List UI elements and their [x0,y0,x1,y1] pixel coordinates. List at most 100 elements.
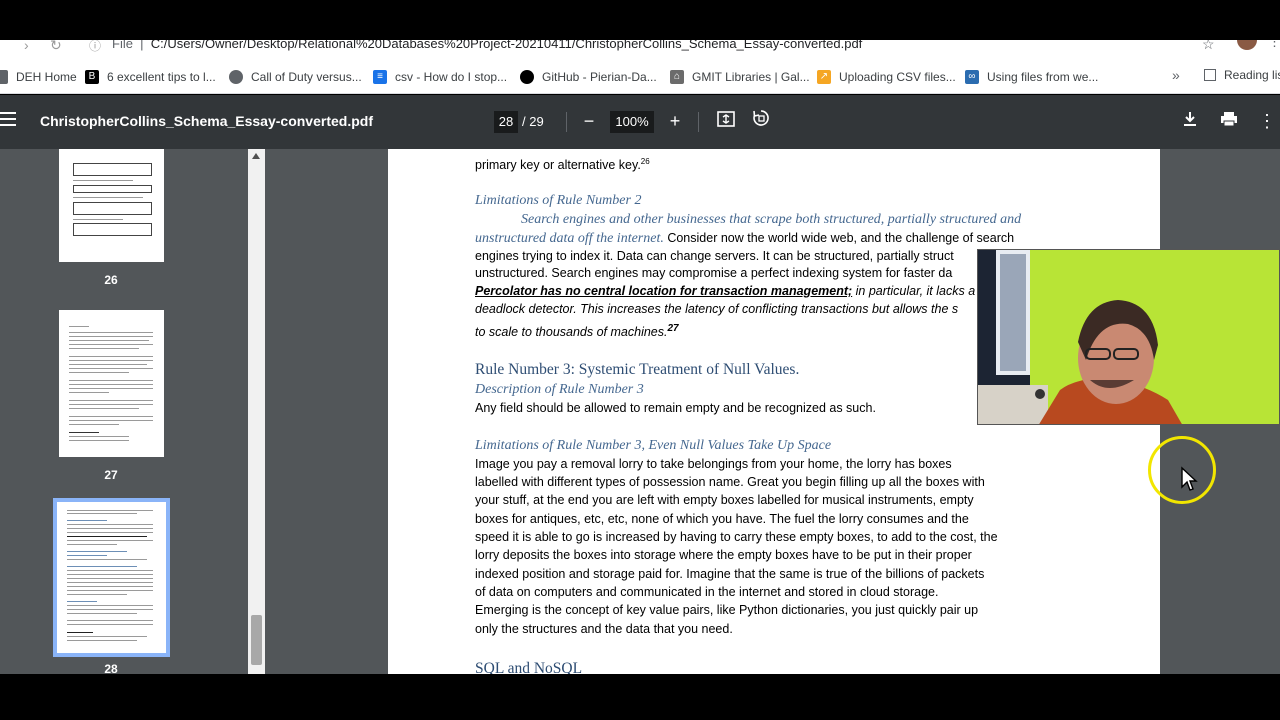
scrollbar-thumb[interactable] [251,615,262,665]
paragraph-line: to scale to thousands of machines.27 [475,320,679,341]
thumbnail-sidebar: 26 27 28 [0,149,248,674]
toolbar-divider [566,112,567,132]
profile-avatar[interactable] [1237,40,1257,50]
forward-icon[interactable]: › [24,40,29,53]
paragraph-line: boxes for antiques, etc, etc, none of wh… [475,512,969,526]
toolbar-divider [698,112,699,132]
paragraph-line: your stuff, at the end you are left with… [475,493,974,507]
paragraph-line: labelled with different types of possess… [475,475,985,489]
thumbnail-label: 27 [104,468,118,482]
screen: › ↻ ⓘ File | C:/Users/Owner/Desktop/Rela… [0,0,1280,720]
bookmark-label: Uploading CSV files... [839,70,956,84]
bookmark-item[interactable]: ∞ Using files from we... [965,68,1098,86]
more-bookmarks-button[interactable]: » [1172,67,1180,83]
bookmark-label: GMIT Libraries | Gal... [692,70,810,84]
sidebar-scrollbar[interactable] [248,149,265,674]
footnote-ref[interactable]: 27 [667,323,678,334]
menu-icon[interactable] [0,112,16,130]
stackoverflow-icon: ≡ [373,70,387,84]
bme-logo-icon: B [85,70,99,84]
zoom-input[interactable]: 100% [610,111,654,133]
bookmark-item[interactable]: ↗ Uploading CSV files... [817,68,956,86]
thumbnail-page-28-selected[interactable] [53,498,170,657]
paragraph-line: Emerging is the concept of key value pai… [475,603,979,617]
zoom-in-button[interactable]: + [662,107,688,135]
text-span: to scale to thousands of machines. [475,325,668,340]
text-span: primary key or alternative key. [475,158,641,173]
bookmark-label: Using files from we... [987,70,1099,84]
paragraph-line: Percolator has no central location for t… [475,282,975,300]
section-heading: Limitations of Rule Number 2 [475,193,642,208]
paragraph-line: engines trying to index it. Data can cha… [475,249,954,263]
paragraph-line: speed it is able to go is increased by h… [475,530,998,544]
pdf-toolbar: ChristopherCollins_Schema_Essay-converte… [0,95,1280,149]
total-pages: / 29 [522,114,544,129]
bookmark-label: Call of Duty versus... [251,70,362,84]
zoom-out-button[interactable]: − [576,107,602,135]
paragraph-line: lorry deposits the boxes into storage wh… [475,548,972,562]
italic-line: Search engines and other businesses that… [521,212,1022,227]
scroll-up-arrow-icon[interactable] [252,153,260,159]
bookmark-item[interactable]: ⌂ GMIT Libraries | Gal... [670,68,810,86]
bookmark-label: 6 excellent tips to l... [107,70,216,84]
italic-span: in particular, it lacks a [852,284,976,298]
letterbox-bottom [0,674,1280,720]
paragraph-line: of data on computers and communicated in… [475,585,939,599]
presenter-video-icon [978,250,1279,424]
paragraph-line: unstructured data off the internet. Cons… [475,229,1014,248]
mouse-pointer-icon [1181,466,1198,491]
webcam-overlay [977,249,1280,425]
print-icon[interactable] [1216,107,1242,135]
reading-list-icon [1204,69,1216,81]
thumbnail-label: 28 [104,662,118,674]
address-bar[interactable]: › ↻ ⓘ File | C:/Users/Owner/Desktop/Rela… [0,40,1280,60]
bookmark-item[interactable]: GitHub - Pierian-Da... [520,68,657,86]
url-text[interactable]: File | C:/Users/Owner/Desktop/Relational… [112,40,862,51]
colab-icon: ∞ [965,70,979,84]
paragraph-line: Image you pay a removal lorry to take be… [475,457,952,471]
github-icon [520,70,534,84]
reading-list-label: Reading list [1224,68,1280,82]
italic-span: unstructured data off the internet. [475,231,664,246]
bookmark-item[interactable]: DEH Home [0,68,77,86]
thumbnail-label: 26 [104,273,118,287]
thumbnail-page-27[interactable] [59,310,164,457]
bookmark-label: csv - How do I stop... [395,70,508,84]
reading-list-button[interactable]: Reading list [1204,68,1280,82]
url-scheme: File [112,40,133,51]
text-span: Consider now the world wide web, and the… [663,231,1015,245]
more-options-icon[interactable]: ⋮ [1254,107,1280,135]
paragraph-line: indexed position and storage paid for. I… [475,567,985,581]
download-icon[interactable] [1177,107,1203,135]
paragraph-line: deadlock detector. This increases the la… [475,302,959,316]
rule-heading: Rule Number 3: Systemic Treatment of Nul… [475,361,800,378]
paragraph-line: primary key or alternative key.26 [475,153,650,174]
page-number-input[interactable]: 28 [494,111,518,133]
file-name: ChristopherCollins_Schema_Essay-converte… [40,113,373,129]
url-path: C:/Users/Owner/Desktop/Relational%20Data… [150,40,863,51]
bold-underline-span: Percolator has no central location for t… [475,284,853,298]
rotate-icon[interactable] [748,107,774,135]
bookmark-item[interactable]: ≡ csv - How do I stop... [373,68,507,86]
thumbnail-page-28 [59,504,164,651]
reload-icon[interactable]: ↻ [50,40,62,54]
bookmark-star-icon[interactable]: ☆ [1202,40,1215,53]
bookmark-label: GitHub - Pierian-Da... [542,70,657,84]
bookmark-item[interactable]: Call of Duty versus... [229,68,362,86]
bookmark-label: DEH Home [16,70,77,84]
bookmarks-bar: DEH Home B 6 excellent tips to l... Call … [0,60,1280,94]
paragraph-line: only the structures and the data that yo… [475,622,733,636]
bookmark-item[interactable]: B 6 excellent tips to l... [85,68,216,86]
info-icon[interactable]: ⓘ [89,40,101,54]
rule-heading: SQL and NoSQL [475,660,583,674]
footnote-ref[interactable]: 26 [641,157,650,166]
fit-page-icon[interactable] [713,107,739,135]
page-icon [0,70,8,84]
section-heading: Description of Rule Number 3 [475,382,644,397]
paragraph-line: Any field should be allowed to remain em… [475,401,876,415]
browser-menu-icon[interactable]: ⋮ [1268,40,1280,50]
library-icon: ⌂ [670,70,684,84]
section-heading: Limitations of Rule Number 3, Even Null … [475,438,832,453]
thumbnail-page-26[interactable] [59,149,164,262]
arrow-icon: ↗ [817,70,831,84]
